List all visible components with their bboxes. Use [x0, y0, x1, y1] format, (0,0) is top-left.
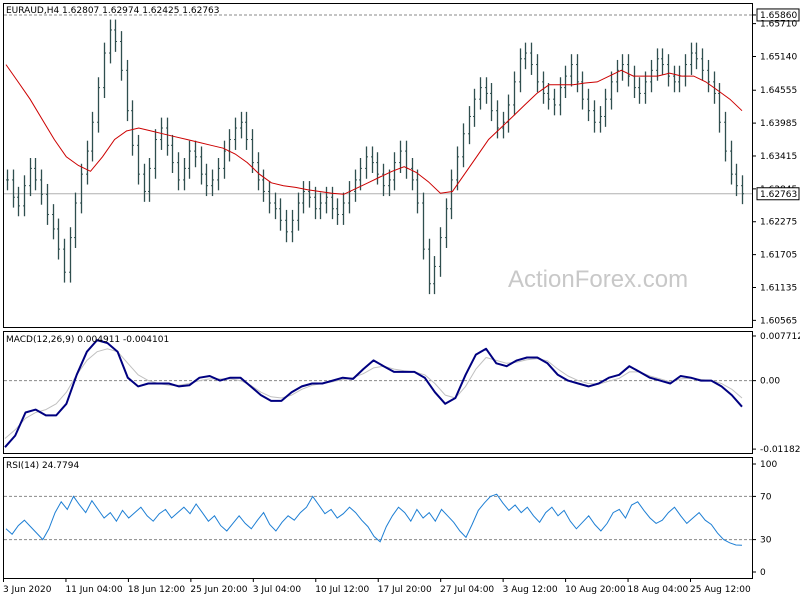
x-tick-label: 17 Jul 20:00: [378, 585, 432, 595]
rsi-tick-label: 0: [760, 568, 766, 578]
rsi-tick-label: 30: [760, 536, 772, 546]
x-tick-label: 3 Jul 04:00: [253, 585, 302, 595]
price-tick-label: 1.62275: [760, 218, 797, 228]
x-tick-label: 18 Aug 04:00: [628, 585, 689, 595]
x-tick-label: 27 Jul 04:00: [440, 585, 494, 595]
x-tick-label: 3 Jun 2020: [3, 585, 52, 595]
macd-tick-label: 0.007712: [760, 332, 800, 342]
macd-tick-label: 0.00: [760, 377, 780, 387]
macd-header: MACD(12,26,9) 0.004911 -0.004101: [6, 335, 169, 345]
x-tick-label: 3 Aug 12:00: [503, 585, 558, 595]
price-tick-label: 1.61705: [760, 251, 797, 261]
x-tick-label: 10 Jul 12:00: [315, 585, 369, 595]
price-tick-label: 1.61135: [760, 283, 797, 293]
x-tick-label: 10 Aug 20:00: [565, 585, 626, 595]
macd-tick-label: -0.011827: [760, 445, 800, 455]
x-tick-label: 11 Jun 04:00: [65, 585, 122, 595]
price-tick-label: 1.64555: [760, 86, 797, 96]
price-tick-label: 1.60565: [760, 316, 797, 326]
rsi-header: RSI(14) 24.7794: [6, 461, 79, 471]
chart-canvas: ActionForex.com 1.658601.657101.651401.6…: [0, 0, 800, 600]
price-tick-label: 1.65140: [760, 52, 797, 62]
x-tick-label: 18 Jun 12:00: [128, 585, 185, 595]
price-tick-label: 1.63985: [760, 119, 797, 129]
last-price-label: 1.62763: [760, 190, 797, 200]
rsi-tick-label: 100: [760, 460, 777, 470]
watermark: ActionForex.com: [508, 266, 688, 293]
price-tick-label: 1.63415: [760, 152, 797, 162]
rsi-tick-label: 70: [760, 492, 772, 502]
price-tick-label: 1.65710: [760, 20, 797, 30]
x-tick-label: 25 Aug 12:00: [690, 585, 751, 595]
price-header: EURAUD,H4 1.62807 1.62974 1.62425 1.6276…: [6, 6, 220, 16]
x-tick-label: 25 Jun 20:00: [190, 585, 247, 595]
